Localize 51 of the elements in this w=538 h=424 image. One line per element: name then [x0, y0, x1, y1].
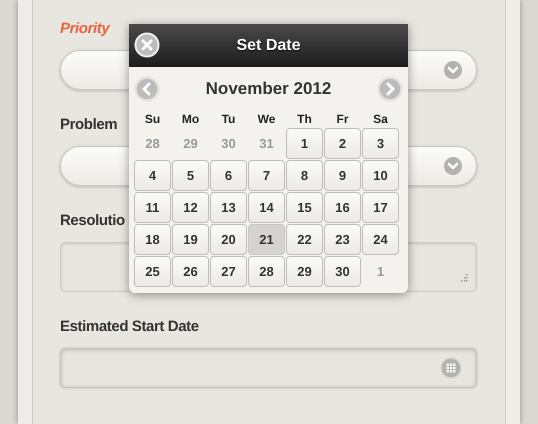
- close-icon[interactable]: [134, 32, 160, 58]
- calendar-day[interactable]: 10: [362, 160, 399, 191]
- field-label: Problem: [60, 115, 118, 135]
- dialog-title: Set Date: [236, 36, 301, 54]
- weekday-label: Su: [144, 111, 162, 127]
- calendar-day[interactable]: 25: [134, 256, 171, 287]
- calendar-day[interactable]: 26: [172, 256, 209, 287]
- month-title: November 2012: [206, 79, 332, 99]
- calendar-day[interactable]: 17: [362, 192, 399, 223]
- calendar-day[interactable]: 3: [362, 128, 399, 159]
- calendar-day[interactable]: 14: [248, 192, 285, 223]
- calendar-day[interactable]: 12: [172, 192, 209, 223]
- weekday-label: We: [256, 111, 276, 127]
- calendar-day[interactable]: 27: [210, 256, 247, 287]
- field-label: Resolutio: [60, 211, 125, 231]
- calendar-day[interactable]: 15: [286, 192, 323, 223]
- calendar-day[interactable]: 20: [210, 224, 247, 255]
- calendar-day[interactable]: 30: [324, 256, 361, 287]
- weekday-label: Th: [296, 111, 313, 127]
- calendar-day[interactable]: 24: [362, 224, 399, 255]
- calendar-day[interactable]: 5: [172, 160, 209, 191]
- calendar-day[interactable]: 18: [134, 224, 171, 255]
- calendar-day[interactable]: 2: [324, 128, 361, 159]
- calendar-day[interactable]: 1: [286, 128, 323, 159]
- calendar-day[interactable]: 28: [248, 256, 285, 287]
- weekday-label: Fr: [336, 111, 350, 127]
- previous-month-button[interactable]: [134, 76, 160, 102]
- chevron-down-icon: [444, 61, 462, 79]
- calendar-day[interactable]: 21: [248, 224, 285, 255]
- field-label: Priority: [60, 19, 110, 39]
- next-month-button[interactable]: [377, 76, 403, 102]
- calendar-day[interactable]: 11: [134, 192, 171, 223]
- calendar-day[interactable]: 13: [210, 192, 247, 223]
- weekday-label: Mo: [180, 111, 200, 127]
- calendar-day[interactable]: 6: [210, 160, 247, 191]
- weekday-label: Sa: [372, 111, 389, 127]
- calendar-day[interactable]: 8: [286, 160, 323, 191]
- calendar-day[interactable]: 22: [286, 224, 323, 255]
- calendar-day[interactable]: 9: [324, 160, 361, 191]
- date-field[interactable]: [60, 348, 477, 388]
- calendar-day[interactable]: 16: [324, 192, 361, 223]
- calendar-day[interactable]: 4: [134, 160, 171, 191]
- calendar-day[interactable]: 29: [286, 256, 323, 287]
- weekday-label: Tu: [220, 111, 236, 127]
- calendar-day[interactable]: 7: [248, 160, 285, 191]
- calendar-icon[interactable]: [440, 357, 462, 379]
- field-label: Estimated Start Date: [60, 317, 199, 337]
- calendar-day[interactable]: 23: [324, 224, 361, 255]
- chevron-down-icon: [444, 157, 462, 175]
- resize-grip-icon: [459, 274, 468, 283]
- calendar-day[interactable]: 19: [172, 224, 209, 255]
